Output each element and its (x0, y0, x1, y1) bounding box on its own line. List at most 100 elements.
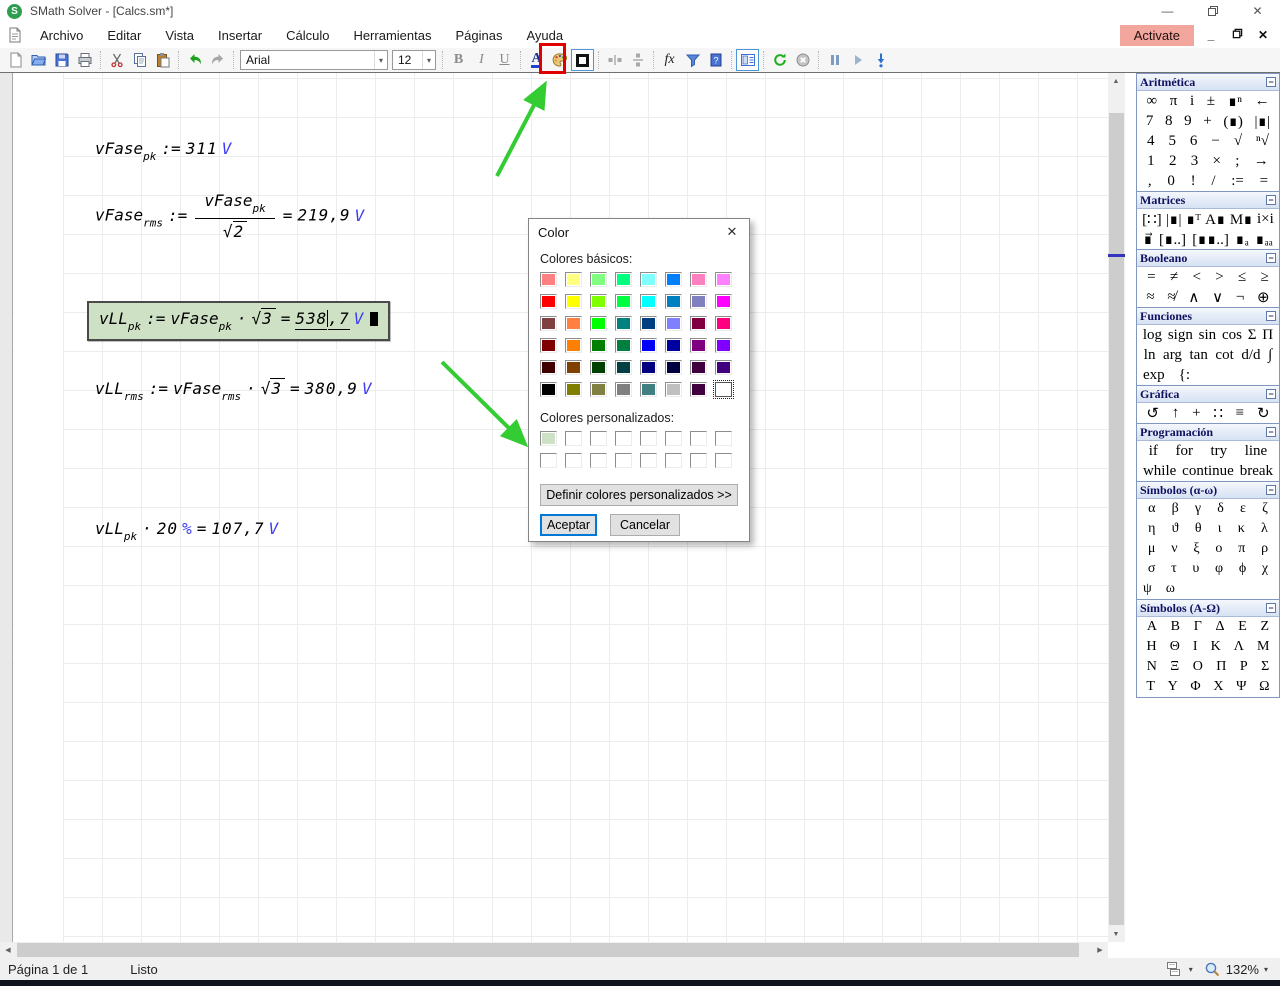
palette-item[interactable]: [∷] (1142, 210, 1162, 229)
panel-header[interactable]: Gráfica− (1137, 386, 1279, 403)
palette-item[interactable]: i×i (1257, 211, 1274, 228)
zoom-magnifier-icon[interactable] (1204, 961, 1221, 978)
basic-color-swatch[interactable] (665, 360, 682, 375)
basic-color-swatch[interactable] (640, 316, 657, 331)
palette-item[interactable]: π (1238, 541, 1245, 557)
palette-item[interactable]: > (1215, 269, 1223, 286)
basic-color-swatch[interactable] (540, 316, 557, 331)
palette-item[interactable]: ∧ (1188, 288, 1199, 307)
panel-collapse-button[interactable]: − (1266, 311, 1276, 321)
formula-vll-pk[interactable]: vLLpk:=vFasepk·√3=538,7V (87, 301, 390, 341)
palette-item[interactable]: ω (1166, 581, 1175, 597)
save-button[interactable] (50, 49, 73, 71)
palette-item[interactable]: continue (1182, 463, 1234, 480)
custom-color-swatch[interactable] (640, 453, 657, 468)
palette-item[interactable]: try (1211, 443, 1228, 460)
basic-color-swatch[interactable] (590, 382, 607, 397)
panel-collapse-button[interactable]: − (1266, 603, 1276, 613)
cancel-button[interactable]: Cancelar (610, 514, 680, 536)
palette-item[interactable]: ϑ (1172, 521, 1179, 537)
new-button[interactable] (4, 49, 27, 71)
palette-item[interactable]: 5 (1168, 133, 1176, 150)
basic-color-swatch[interactable] (565, 382, 582, 397)
basic-color-swatch[interactable] (540, 294, 557, 309)
define-custom-colors-button[interactable]: Definir colores personalizados >> (540, 484, 738, 506)
formula-vfase-pk[interactable]: vFasepk:=311V (95, 139, 231, 163)
palette-item[interactable]: Τ (1146, 679, 1155, 695)
basic-color-swatch[interactable] (640, 360, 657, 375)
palette-item[interactable]: ∎⃗ (1143, 230, 1153, 249)
mdi-minimize-button[interactable]: _ (1202, 28, 1220, 42)
palette-item[interactable]: 8 (1165, 113, 1173, 130)
custom-color-swatch[interactable] (715, 431, 732, 446)
basic-color-swatch[interactable] (665, 294, 682, 309)
palette-item[interactable]: ∷ (1213, 404, 1223, 423)
palette-item[interactable]: → (1254, 153, 1269, 170)
palette-item[interactable]: ∞ (1146, 93, 1157, 110)
palette-item[interactable]: η (1148, 521, 1155, 537)
palette-item[interactable]: √ (1234, 133, 1242, 150)
palette-item[interactable]: Ζ (1261, 619, 1270, 635)
dialog-close-button[interactable]: ✕ (715, 219, 749, 245)
undo-button[interactable] (183, 49, 206, 71)
palette-item[interactable]: := (1231, 173, 1244, 190)
filter-button[interactable] (681, 49, 704, 71)
basic-color-swatch[interactable] (690, 382, 707, 397)
formula-vll-rms[interactable]: vLLrms:=vFaserms·√3=380,9V (95, 379, 371, 403)
mdi-close-button[interactable]: ✕ (1254, 28, 1272, 42)
font-size-select[interactable]: 12▾ (392, 50, 436, 70)
cut-button[interactable] (105, 49, 128, 71)
palette-item[interactable]: 9 (1184, 113, 1192, 130)
basic-color-swatch[interactable] (715, 338, 732, 353)
custom-color-swatch[interactable] (640, 431, 657, 446)
panel-header[interactable]: Símbolos (Α-Ω)− (1137, 600, 1279, 617)
vertical-scrollbar[interactable]: ▲ ▼ (1108, 73, 1125, 942)
palette-item[interactable]: λ (1261, 521, 1268, 537)
palette-item[interactable]: Ν (1147, 659, 1157, 675)
palette-item[interactable]: φ (1215, 561, 1223, 577)
scroll-left-icon[interactable]: ◀ (0, 942, 16, 958)
palette-item[interactable]: Χ (1213, 679, 1223, 695)
palette-item[interactable]: ζ (1262, 501, 1268, 517)
border-button[interactable] (571, 49, 594, 71)
custom-color-swatch[interactable] (615, 431, 632, 446)
menu-vista[interactable]: Vista (153, 25, 206, 46)
basic-color-swatch[interactable] (565, 294, 582, 309)
palette-item[interactable]: δ (1217, 501, 1224, 517)
palette-item[interactable]: ∨ (1212, 288, 1223, 307)
palette-item[interactable]: M∎ (1230, 210, 1253, 229)
custom-color-swatch[interactable] (715, 453, 732, 468)
palette-item[interactable]: / (1211, 173, 1215, 190)
palette-item[interactable]: Σ (1261, 659, 1269, 675)
font-color-button[interactable]: A (525, 49, 548, 71)
window-close-button[interactable]: ✕ (1235, 0, 1280, 22)
basic-color-swatch[interactable] (615, 338, 632, 353)
basic-color-swatch[interactable] (715, 360, 732, 375)
horizontal-scrollbar[interactable]: ◀ ▶ (0, 942, 1108, 958)
palette-item[interactable]: cos (1222, 327, 1242, 344)
basic-color-swatch[interactable] (640, 382, 657, 397)
palette-item[interactable]: Ξ (1170, 659, 1179, 675)
palette-item[interactable]: 4 (1147, 133, 1155, 150)
palette-item[interactable]: break (1240, 463, 1273, 480)
custom-color-swatch[interactable] (540, 453, 557, 468)
basic-color-swatch[interactable] (665, 338, 682, 353)
panel-collapse-button[interactable]: − (1266, 77, 1276, 87)
palette-item[interactable]: 7 (1146, 113, 1154, 130)
recalculate-button[interactable] (768, 49, 791, 71)
align-horizontal-button[interactable] (603, 49, 626, 71)
palette-item[interactable]: [∎..] (1159, 230, 1186, 249)
window-minimize-button[interactable]: — (1145, 0, 1190, 22)
basic-color-swatch[interactable] (715, 272, 732, 287)
basic-color-swatch[interactable] (640, 294, 657, 309)
palette-item[interactable]: ↺ (1146, 404, 1159, 423)
palette-item[interactable]: ln (1144, 347, 1156, 364)
palette-item[interactable]: A∎ (1205, 210, 1225, 229)
pause-button[interactable] (823, 49, 846, 71)
basic-color-swatch[interactable] (615, 316, 632, 331)
palette-item[interactable]: sin (1199, 327, 1217, 344)
palette-item[interactable]: + (1192, 405, 1200, 422)
panel-header[interactable]: Booleano− (1137, 250, 1279, 267)
panel-header[interactable]: Matrices− (1137, 192, 1279, 209)
basic-color-swatch[interactable] (590, 338, 607, 353)
